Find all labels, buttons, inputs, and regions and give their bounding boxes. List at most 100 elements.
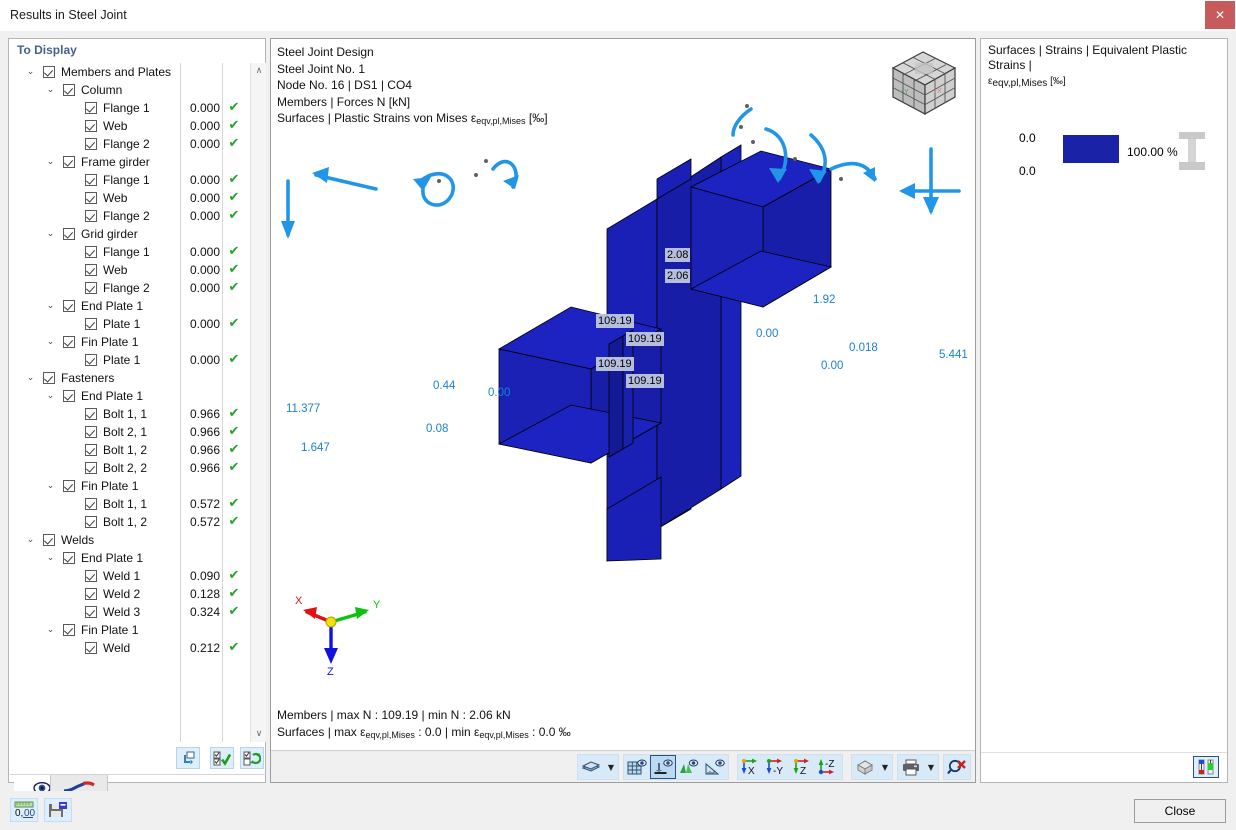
tree-item-checkbox[interactable] [85, 426, 97, 438]
tree-row[interactable]: ⌄ End Plate 1 [10, 549, 266, 567]
grid-view-button[interactable] [624, 755, 650, 779]
chevron-down-icon[interactable]: ⌄ [24, 369, 37, 387]
tree-row[interactable]: Plate 1 0.000 ✔ [10, 351, 266, 369]
tree-row[interactable]: ⌄ Column [10, 81, 266, 99]
tree-item-checkbox[interactable] [85, 264, 97, 276]
chevron-down-icon[interactable]: ⌄ [44, 387, 57, 405]
tree-row[interactable]: ⌄ Members and Plates [10, 63, 266, 81]
isometric-dropdown-arrow[interactable]: ▼ [878, 755, 892, 779]
tree-row[interactable]: Bolt 1, 2 0.572 ✔ [10, 513, 266, 531]
tree-row[interactable]: Weld 2 0.128 ✔ [10, 585, 266, 603]
tree-row[interactable]: ⌄ Fasteners [10, 369, 266, 387]
tree-row[interactable]: Weld 0.212 ✔ [10, 639, 266, 657]
tree-item-checkbox[interactable] [63, 480, 75, 492]
tree-item-checkbox[interactable] [85, 192, 97, 204]
reset-zoom-button[interactable] [944, 755, 970, 779]
chevron-down-icon[interactable]: ⌄ [44, 153, 57, 171]
chevron-down-icon[interactable]: ⌄ [44, 549, 57, 567]
loads-view-button[interactable] [676, 755, 702, 779]
tree-item-checkbox[interactable] [85, 588, 97, 600]
print-button[interactable] [898, 755, 924, 779]
tree-item-checkbox[interactable] [43, 66, 55, 78]
close-icon[interactable]: ✕ [1205, 1, 1235, 29]
chevron-down-icon[interactable]: ⌄ [24, 531, 37, 549]
tree-item-checkbox[interactable] [63, 390, 75, 402]
chevron-down-icon[interactable]: ⌄ [44, 621, 57, 639]
tree-row[interactable]: Flange 1 0.000 ✔ [10, 99, 266, 117]
tree-item-checkbox[interactable] [85, 318, 97, 330]
tree-item-checkbox[interactable] [85, 138, 97, 150]
tree-item-checkbox[interactable] [63, 84, 75, 96]
save-results-button[interactable] [44, 798, 72, 822]
tree-row[interactable]: Flange 1 0.000 ✔ [10, 171, 266, 189]
tree-item-checkbox[interactable] [63, 228, 75, 240]
tree-row[interactable]: Flange 2 0.000 ✔ [10, 135, 266, 153]
tree-scrollbar[interactable]: ∧ ∨ [250, 63, 266, 742]
tree-item-checkbox[interactable] [85, 498, 97, 510]
tree-row[interactable]: ⌄ Fin Plate 1 [10, 621, 266, 639]
tree-item-checkbox[interactable] [85, 210, 97, 222]
tree-item-checkbox[interactable] [85, 408, 97, 420]
tree-item-checkbox[interactable] [85, 120, 97, 132]
tree-row[interactable]: ⌄ End Plate 1 [10, 297, 266, 315]
steel-joint-3d-view[interactable]: Steel Joint Design Steel Joint No. 1 Nod… [270, 38, 976, 783]
chevron-down-icon[interactable]: ⌄ [44, 297, 57, 315]
tree-item-checkbox[interactable] [85, 516, 97, 528]
tree-item-checkbox[interactable] [63, 336, 75, 348]
tree-item-checkbox[interactable] [63, 552, 75, 564]
tree-item-checkbox[interactable] [63, 624, 75, 636]
tree-row[interactable]: Bolt 1, 1 0.966 ✔ [10, 405, 266, 423]
legend-settings-button[interactable] [1193, 756, 1219, 778]
tree-row[interactable]: Flange 2 0.000 ✔ [10, 279, 266, 297]
close-button[interactable]: Close [1134, 799, 1226, 823]
tree-row[interactable]: ⌄ Fin Plate 1 [10, 477, 266, 495]
tree-item-checkbox[interactable] [85, 282, 97, 294]
chevron-down-icon[interactable]: ⌄ [44, 81, 57, 99]
tree-row[interactable]: ⌄ Grid girder [10, 225, 266, 243]
tree-item-checkbox[interactable] [85, 444, 97, 456]
view-in-x-button[interactable]: X [738, 755, 764, 779]
tree-row[interactable]: ⌄ End Plate 1 [10, 387, 266, 405]
tree-item-checkbox[interactable] [43, 534, 55, 546]
tree-row[interactable]: Weld 1 0.090 ✔ [10, 567, 266, 585]
render-mode-dropdown-arrow[interactable]: ▼ [604, 755, 618, 779]
dimensions-view-button[interactable] [702, 755, 728, 779]
tree-row[interactable]: Web 0.000 ✔ [10, 189, 266, 207]
scroll-up-icon[interactable]: ∧ [251, 63, 266, 79]
tree-item-checkbox[interactable] [85, 102, 97, 114]
decimal-places-button[interactable]: 0, 00 [10, 798, 38, 822]
navigation-cube[interactable]: +Y +X [881, 44, 967, 122]
tree-item-checkbox[interactable] [63, 156, 75, 168]
tree-row[interactable]: Flange 1 0.000 ✔ [10, 243, 266, 261]
restore-selection-button[interactable] [176, 747, 200, 769]
tree-row[interactable]: Weld 3 0.324 ✔ [10, 603, 266, 621]
tree-row[interactable]: Plate 1 0.000 ✔ [10, 315, 266, 333]
scroll-down-icon[interactable]: ∨ [251, 726, 266, 742]
tree-item-checkbox[interactable] [85, 174, 97, 186]
results-tree[interactable]: ⌄ Members and Plates ⌄ Column Flange 1 0.000 ✔… [10, 63, 266, 742]
tree-row[interactable]: Flange 2 0.000 ✔ [10, 207, 266, 225]
tree-item-checkbox[interactable] [63, 300, 75, 312]
render-mode-button[interactable] [578, 755, 604, 779]
supports-view-button[interactable] [650, 755, 676, 779]
tree-row[interactable]: Bolt 1, 1 0.572 ✔ [10, 495, 266, 513]
tree-row[interactable]: Bolt 2, 2 0.966 ✔ [10, 459, 266, 477]
tree-row[interactable]: Bolt 2, 1 0.966 ✔ [10, 423, 266, 441]
print-dropdown-arrow[interactable]: ▼ [924, 755, 938, 779]
view-in-negative-y-button[interactable]: -Y [764, 755, 790, 779]
chevron-down-icon[interactable]: ⌄ [44, 225, 57, 243]
tree-row[interactable]: Web 0.000 ✔ [10, 117, 266, 135]
tree-item-checkbox[interactable] [43, 372, 55, 384]
chevron-down-icon[interactable]: ⌄ [44, 477, 57, 495]
view-in-z-button[interactable]: Z [790, 755, 816, 779]
select-all-button[interactable] [210, 747, 234, 769]
chevron-down-icon[interactable]: ⌄ [44, 333, 57, 351]
tree-row[interactable]: ⌄ Fin Plate 1 [10, 333, 266, 351]
tree-row[interactable]: ⌄ Welds [10, 531, 266, 549]
tree-item-checkbox[interactable] [85, 462, 97, 474]
chevron-down-icon[interactable]: ⌄ [24, 63, 37, 81]
tree-row[interactable]: Bolt 1, 2 0.966 ✔ [10, 441, 266, 459]
isometric-view-button[interactable] [852, 755, 878, 779]
tree-item-checkbox[interactable] [85, 570, 97, 582]
tree-item-checkbox[interactable] [85, 354, 97, 366]
